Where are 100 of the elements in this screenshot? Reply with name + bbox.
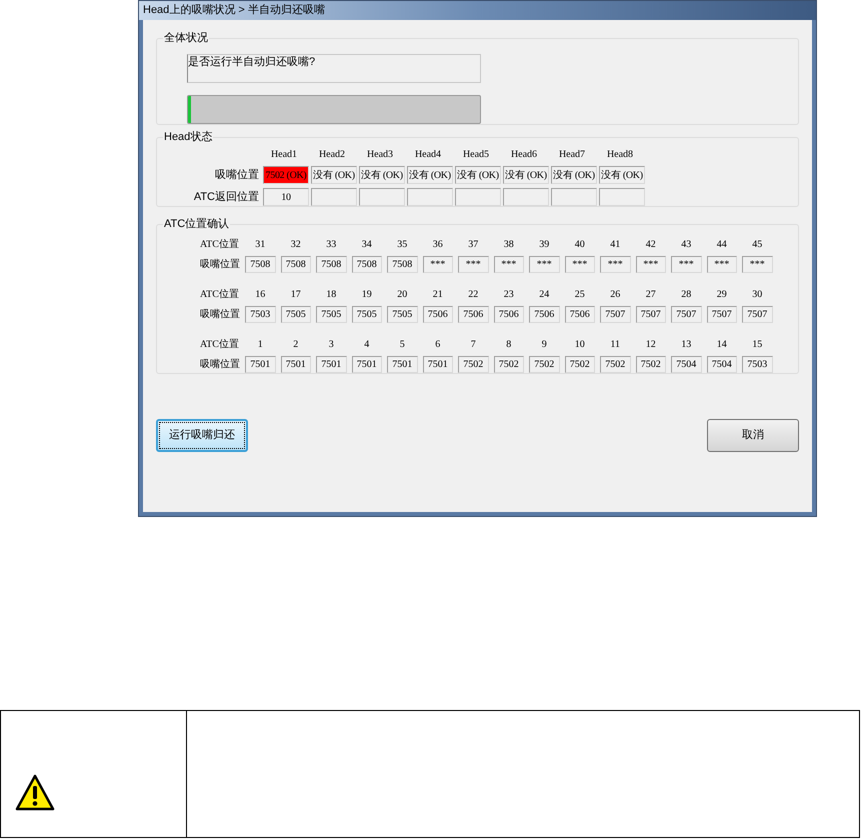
slot-number: 27 — [644, 288, 657, 302]
nozzle-cell: 7507 — [706, 306, 737, 323]
cancel-button[interactable]: 取消 — [707, 419, 799, 452]
nozzle-cell: 7502 — [564, 356, 595, 373]
nozzle-cell: 7504 — [706, 356, 737, 373]
nozzle-cell: *** — [636, 256, 666, 273]
return-button[interactable]: 运行吸嘴归还 — [156, 419, 248, 452]
status-cell: 没有 (OK) — [551, 166, 597, 184]
column-header: Head3 — [366, 148, 394, 162]
window-title: Head上的吸嘴状况 > 半自动归还吸嘴 — [143, 3, 325, 18]
slot-number: 34 — [360, 238, 373, 252]
slot-number: 16 — [254, 288, 266, 302]
nozzle-cell: 7506 — [422, 306, 453, 323]
slot-number: 41 — [609, 238, 622, 252]
row-label: 吸嘴位置 — [200, 308, 240, 322]
slot-number: 13 — [680, 338, 692, 352]
nozzle-cell: *** — [529, 256, 560, 273]
slot-number: 15 — [751, 338, 764, 352]
nozzle-cell: *** — [564, 256, 595, 273]
nozzle-cell: 7508 — [387, 256, 418, 273]
status-cell — [599, 188, 645, 206]
slot-number: 42 — [644, 238, 657, 252]
slot-number: 30 — [751, 288, 764, 302]
column-header: Head8 — [606, 148, 634, 162]
slot-number: 19 — [360, 288, 373, 302]
nozzle-cell: 7508 — [245, 256, 276, 273]
nozzle-cell: 7508 — [280, 256, 311, 273]
status-cell: 7502 (OK) — [263, 166, 309, 184]
status-cell: 没有 (OK) — [599, 166, 645, 184]
nozzle-cell: 7503 — [742, 356, 772, 373]
nozzle-cell: 7505 — [352, 306, 382, 323]
slot-number: 12 — [644, 338, 657, 352]
slot-number: 23 — [502, 288, 515, 302]
slot-number: 37 — [467, 238, 480, 252]
status-cell: 没有 (OK) — [311, 166, 357, 184]
slot-number: 8 — [505, 338, 512, 352]
slot-number: 11 — [609, 338, 622, 352]
status-cell: 没有 (OK) — [503, 166, 549, 184]
column-header: Head2 — [318, 148, 346, 162]
slot-number: 5 — [398, 338, 406, 352]
nozzle-cell: *** — [422, 256, 453, 273]
column-header: Head5 — [462, 148, 490, 162]
status-cell: 没有 (OK) — [359, 166, 405, 184]
nozzle-cell: 7505 — [316, 306, 346, 323]
slot-number: 4 — [363, 338, 370, 352]
slot-number: 7 — [470, 338, 477, 352]
row-label: 吸嘴位置 — [200, 358, 240, 372]
row-label: ATC位置 — [200, 288, 240, 302]
nozzle-cell: 7507 — [671, 306, 702, 323]
column-header: Head7 — [558, 148, 586, 162]
nozzle-cell: 7508 — [316, 256, 346, 273]
row-label: ATC返回位置 — [194, 190, 259, 205]
status-cell: 没有 (OK) — [455, 166, 501, 184]
slot-number: 24 — [538, 288, 550, 302]
nozzle-cell: 7502 — [458, 356, 488, 373]
slot-number: 38 — [502, 238, 515, 252]
message-box: 是否运行半自动归还吸嘴? — [187, 54, 481, 83]
nozzle-cell: 7501 — [245, 356, 276, 373]
nozzle-cell: 7502 — [494, 356, 524, 373]
slot-number: 20 — [396, 288, 408, 302]
status-cell — [455, 188, 501, 206]
nozzle-cell: 7501 — [280, 356, 311, 373]
nozzle-cell: 7507 — [600, 306, 630, 323]
slot-number: 18 — [325, 288, 338, 302]
column-header: Head6 — [510, 148, 538, 162]
nozzle-cell: 7508 — [352, 256, 382, 273]
nozzle-cell: 7501 — [316, 356, 346, 373]
slot-number: 39 — [538, 238, 550, 252]
slot-number: 17 — [290, 288, 302, 302]
nozzle-cell: 7501 — [422, 356, 453, 373]
slot-number: 33 — [325, 238, 338, 252]
nozzle-cell: 7502 — [600, 356, 630, 373]
slot-number: 35 — [396, 238, 408, 252]
nozzle-cell: 7502 — [636, 356, 666, 373]
slot-number: 21 — [432, 288, 444, 302]
slot-number: 1 — [256, 338, 264, 352]
slot-number: 31 — [254, 238, 266, 252]
slot-number: 22 — [467, 288, 480, 302]
slot-number: 43 — [680, 238, 692, 252]
nozzle-cell: 7505 — [280, 306, 311, 323]
slot-number: 32 — [290, 238, 302, 252]
slot-number: 25 — [574, 288, 586, 302]
row-label: 吸嘴位置 — [200, 258, 240, 272]
nozzle-cell: *** — [706, 256, 737, 273]
nozzle-cell: 7505 — [387, 306, 418, 323]
slot-number: 36 — [432, 238, 444, 252]
slot-number: 40 — [574, 238, 586, 252]
slot-number: 6 — [434, 338, 442, 352]
nozzle-cell: *** — [671, 256, 702, 273]
slot-number: 44 — [716, 238, 728, 252]
nozzle-cell: 7507 — [742, 306, 772, 323]
status-cell — [407, 188, 453, 206]
nozzle-cell: 7507 — [636, 306, 666, 323]
status-cell: 10 — [263, 188, 309, 206]
slot-number: 10 — [574, 338, 586, 352]
slot-number: 3 — [328, 338, 335, 352]
nozzle-cell: 7506 — [564, 306, 595, 323]
row-label: 吸嘴位置 — [215, 168, 259, 183]
column-header: Head4 — [414, 148, 442, 162]
slot-number: 9 — [540, 338, 548, 352]
